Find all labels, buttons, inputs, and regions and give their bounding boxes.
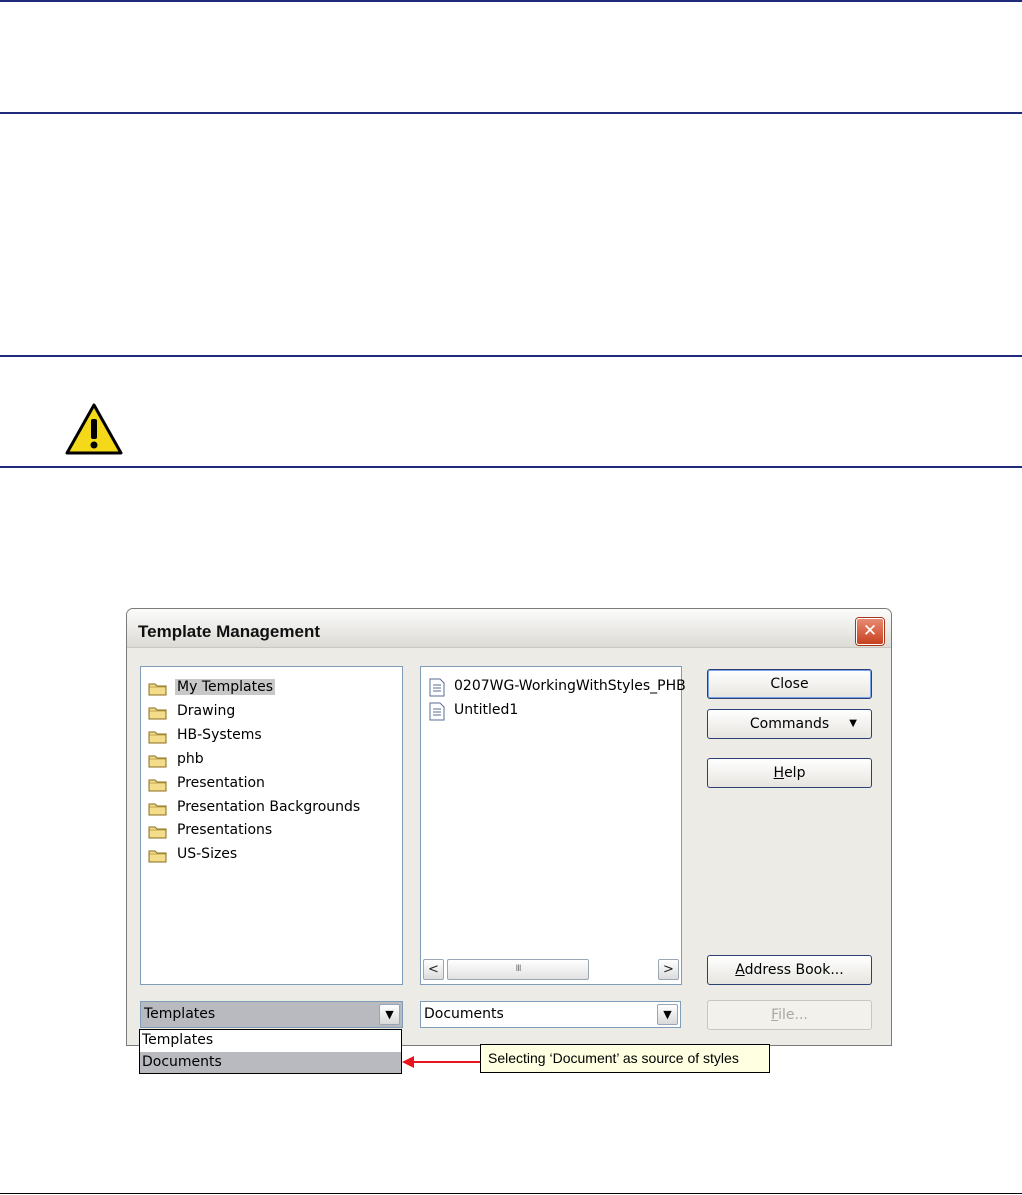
dropdown-arrow-icon: ▼: [849, 718, 857, 729]
top-rule: [0, 0, 1022, 2]
scroll-right-button[interactable]: >: [658, 959, 679, 980]
chevron-down-icon[interactable]: ▼: [657, 1004, 678, 1025]
document-list[interactable]: Untitled1 0207WG-WorkingWithStyles_PHB < …: [420, 666, 686, 985]
folder-icon: [148, 779, 167, 792]
source-type-dropdown[interactable]: Templates Documents: [139, 1029, 402, 1074]
source-type-select[interactable]: Templates ▼: [140, 1001, 403, 1028]
folder-label: Presentations: [177, 822, 273, 839]
warning-icon: [65, 403, 123, 455]
folder-icon: [148, 850, 167, 863]
bottom-rule: [0, 1193, 1022, 1194]
folder-label: Drawing: [177, 702, 236, 719]
folder-label: HB-Systems: [177, 726, 262, 743]
document-label: 0207WG-WorkingWithStyles_PHB: [454, 678, 686, 694]
scroll-thumb[interactable]: III: [447, 959, 589, 980]
folder-label: My Templates: [175, 679, 275, 695]
horizontal-scrollbar[interactable]: < III >: [423, 959, 679, 981]
title-bar: Template Management ✕: [127, 609, 891, 648]
file-button: File...: [707, 1000, 872, 1030]
folder-icon: [148, 755, 167, 768]
folder-label: Presentation: [177, 774, 265, 791]
folder-label: Presentation Backgrounds: [177, 798, 361, 815]
rule-2: [0, 112, 1022, 114]
folder-icon: [148, 707, 167, 720]
folder-label: phb: [177, 750, 204, 767]
dropdown-option-templates[interactable]: Templates: [140, 1030, 401, 1051]
dialog-title: Template Management: [138, 622, 321, 641]
document-source-select[interactable]: Documents ▼: [420, 1001, 681, 1028]
document-source-value: Documents: [424, 1006, 504, 1022]
folder-icon: [148, 826, 167, 839]
commands-label: Commands: [749, 716, 830, 732]
folder-icon: [148, 803, 167, 815]
help-button[interactable]: Help: [707, 758, 872, 788]
dropdown-option-documents[interactable]: Documents: [140, 1052, 401, 1073]
template-management-dialog: Template Management ✕ My Templates Drawin…: [126, 608, 892, 1046]
folder-label: US-Sizes: [177, 846, 238, 863]
document-label: Untitled1: [454, 702, 519, 718]
document-icon: [429, 702, 445, 721]
folder-icon: [148, 683, 167, 696]
folder-list[interactable]: My Templates Drawing HB-Systems phb Presenta…: [140, 666, 403, 985]
callout-note: Selecting ‘Document’ as source of styles: [480, 1044, 770, 1073]
source-type-value: Templates: [144, 1006, 216, 1022]
document-icon: [429, 678, 445, 697]
commands-button[interactable]: Commands ▼: [707, 709, 872, 739]
scroll-left-button[interactable]: <: [423, 959, 444, 980]
close-icon[interactable]: ✕: [856, 618, 884, 645]
callout-arrow: [402, 1056, 480, 1068]
address-book-button[interactable]: Address Book...: [707, 955, 872, 985]
folder-icon: [148, 731, 167, 744]
close-button[interactable]: Close: [707, 669, 872, 699]
rule-4: [0, 466, 1022, 468]
rule-3: [0, 355, 1022, 357]
chevron-down-icon[interactable]: ▼: [379, 1004, 400, 1025]
